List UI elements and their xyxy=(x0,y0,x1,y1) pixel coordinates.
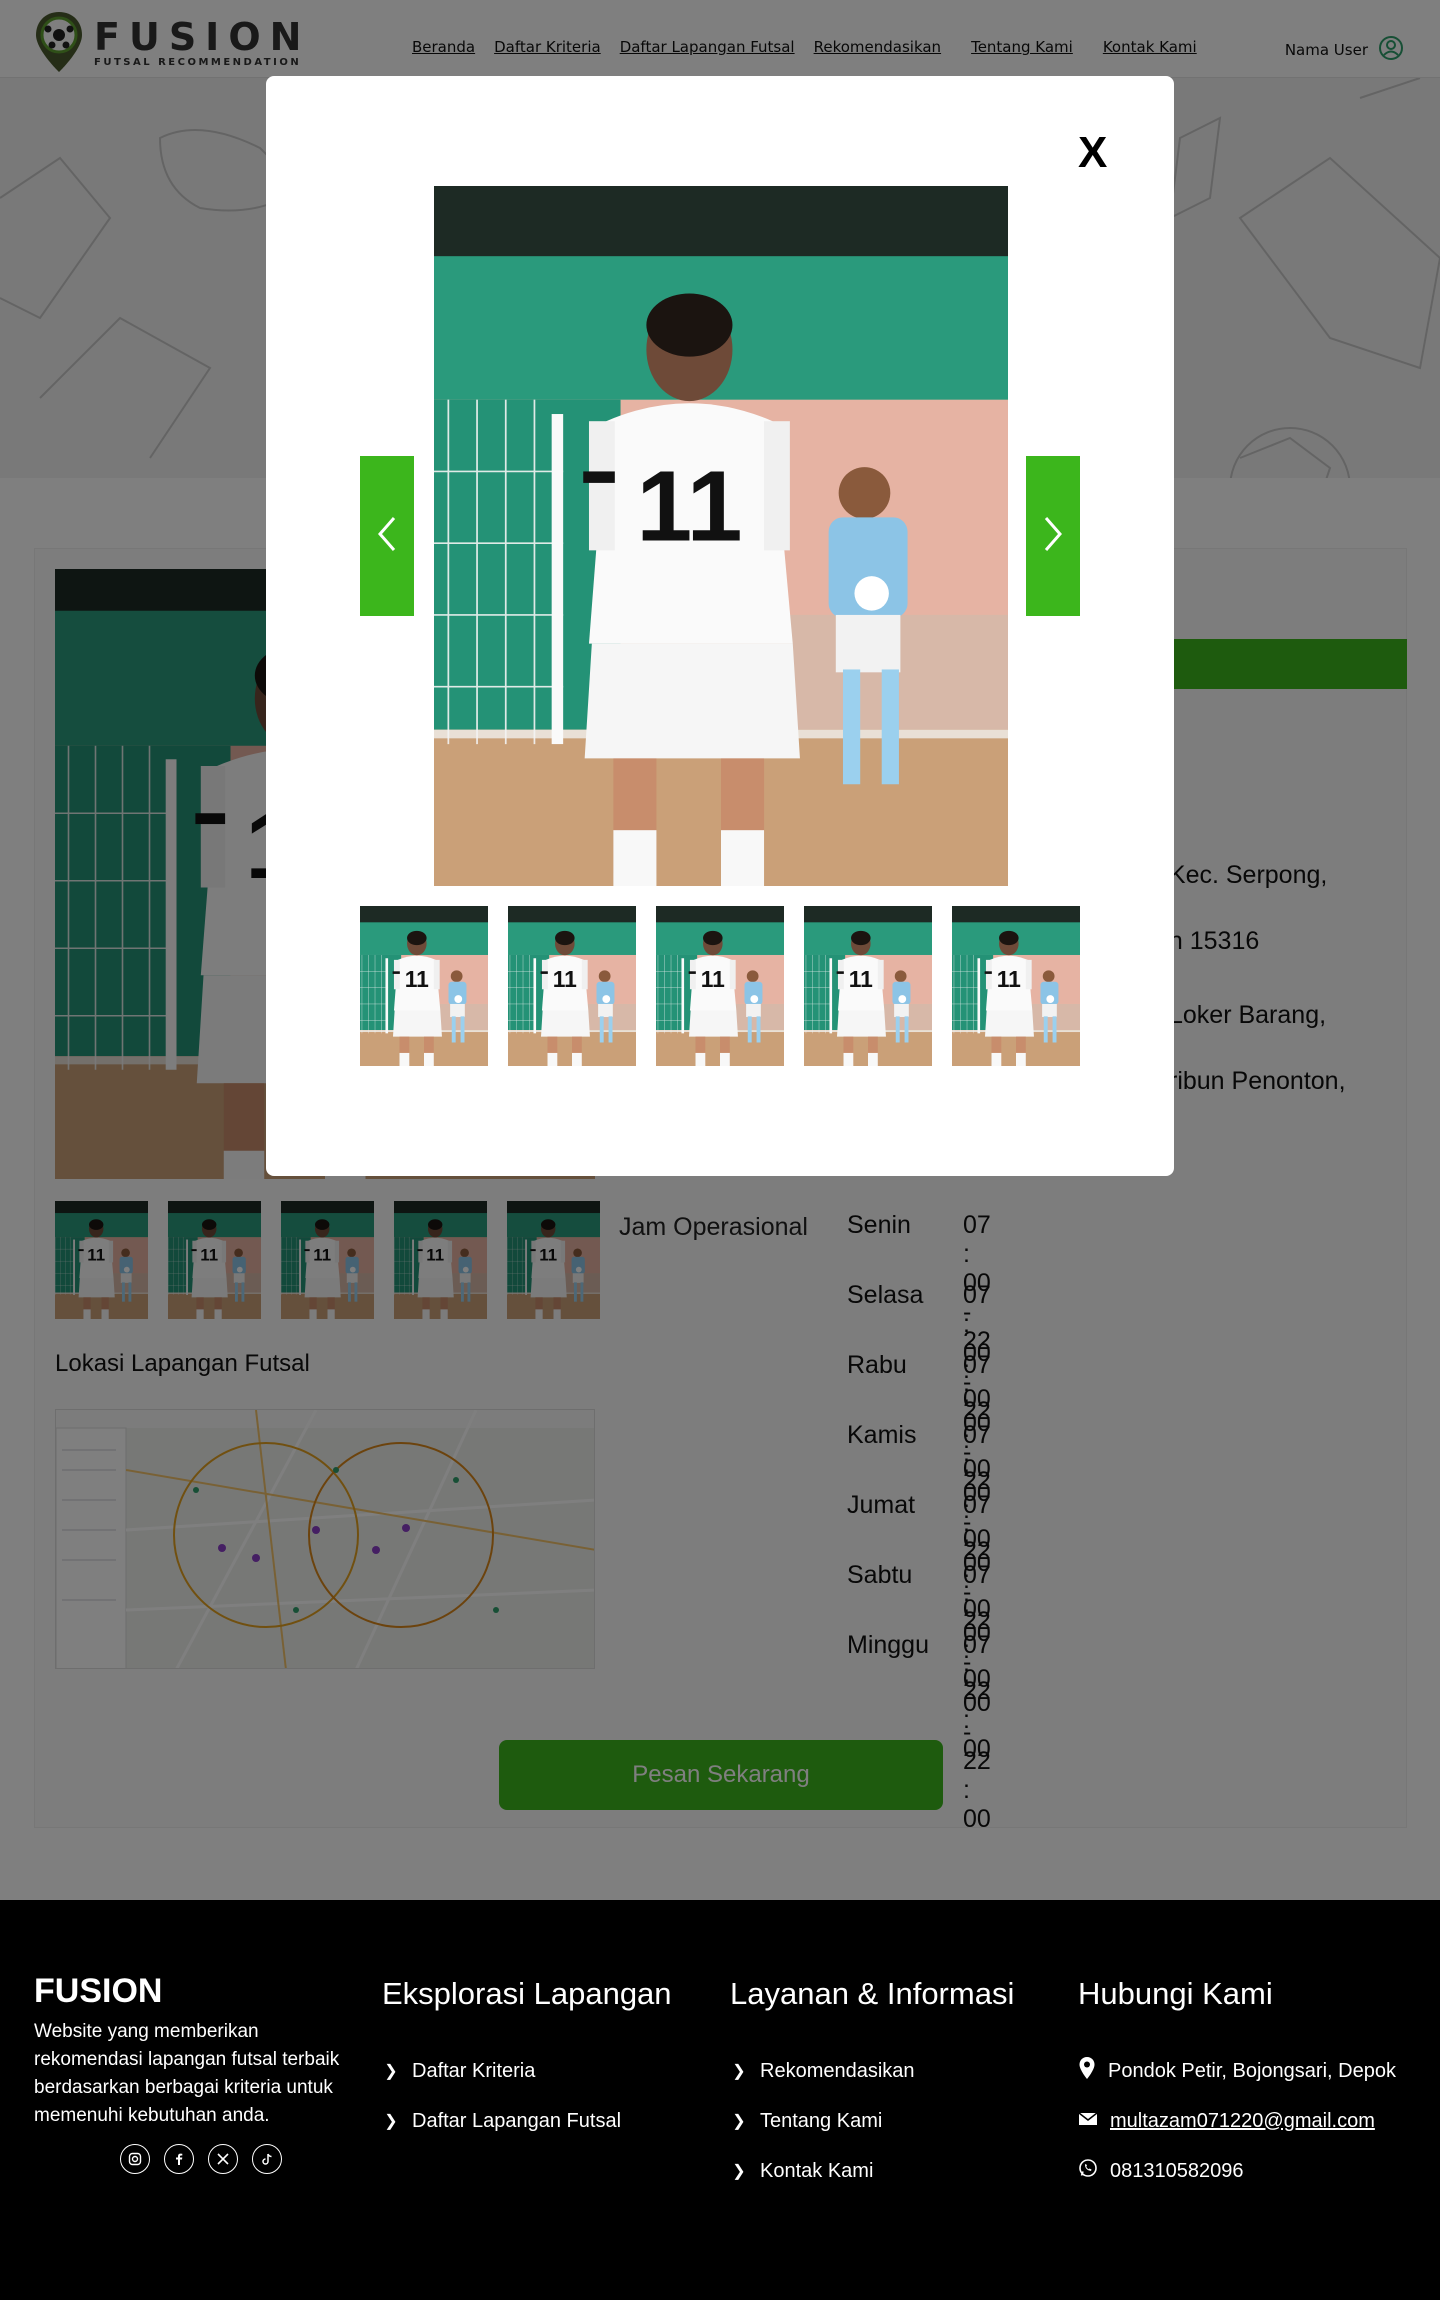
footer-link-label: Tentang Kami xyxy=(760,2109,883,2132)
gallery-thumbnail-row xyxy=(360,906,1080,1066)
footer-address-text: Pondok Petir, Bojongsari, Depok xyxy=(1108,2059,1396,2082)
footer-brand: FUSION xyxy=(34,1972,163,2010)
footer-link-daftar-kriteria[interactable]: ❯ Daftar Kriteria xyxy=(382,2046,672,2096)
footer-contact-column: Hubungi Kami Pondok Petir, Bojongsari, D… xyxy=(1078,1976,1396,2196)
facebook-icon[interactable] xyxy=(164,2144,194,2174)
x-twitter-icon[interactable] xyxy=(208,2144,238,2174)
location-pin-icon xyxy=(1078,2056,1096,2086)
close-modal-button[interactable]: X xyxy=(1078,128,1107,178)
footer-address: Pondok Petir, Bojongsari, Depok xyxy=(1078,2046,1396,2096)
gallery-prev-button[interactable] xyxy=(360,456,414,616)
footer-email-text: multazam071220@gmail.com xyxy=(1110,2109,1375,2132)
chevron-right-small-icon: ❯ xyxy=(732,2163,746,2180)
chevron-right-small-icon: ❯ xyxy=(732,2063,746,2080)
mail-icon xyxy=(1078,2110,1098,2133)
footer-services-title: Layanan & Informasi xyxy=(730,1976,1015,2011)
whatsapp-icon xyxy=(1078,2158,1098,2184)
footer-link-tentang-kami[interactable]: ❯ Tentang Kami xyxy=(730,2096,1014,2146)
gallery-thumbnail[interactable] xyxy=(804,906,932,1066)
tiktok-icon[interactable] xyxy=(252,2144,282,2174)
footer-explore-title: Eksplorasi Lapangan xyxy=(382,1976,672,2011)
chevron-right-small-icon: ❯ xyxy=(384,2113,398,2130)
gallery-main-photo xyxy=(434,186,1008,886)
chevron-right-small-icon: ❯ xyxy=(732,2113,746,2130)
gallery-next-button[interactable] xyxy=(1026,456,1080,616)
footer-link-rekomendasikan[interactable]: ❯ Rekomendasikan xyxy=(730,2046,1014,2096)
footer-link-daftar-lapangan[interactable]: ❯ Daftar Lapangan Futsal xyxy=(382,2096,672,2146)
chevron-right-icon xyxy=(1042,514,1064,558)
social-links xyxy=(120,2144,282,2174)
chevron-right-small-icon: ❯ xyxy=(384,2063,398,2080)
gallery-thumbnail[interactable] xyxy=(952,906,1080,1066)
footer-email-link[interactable]: multazam071220@gmail.com xyxy=(1078,2096,1396,2146)
footer-explore-column: Eksplorasi Lapangan ❯ Daftar Kriteria ❯ Da… xyxy=(382,1976,672,2146)
gallery-thumbnail[interactable] xyxy=(360,906,488,1066)
chevron-left-icon xyxy=(376,514,398,558)
footer-contact-title: Hubungi Kami xyxy=(1078,1976,1273,2011)
site-footer: FUSION Website yang memberikan rekomenda… xyxy=(0,1900,1440,2300)
footer-link-label: Daftar Lapangan Futsal xyxy=(412,2109,622,2132)
footer-link-label: Kontak Kami xyxy=(760,2159,874,2182)
footer-link-label: Rekomendasikan xyxy=(760,2059,915,2082)
footer-link-kontak-kami[interactable]: ❯ Kontak Kami xyxy=(730,2146,1014,2196)
footer-phone-text: 081310582096 xyxy=(1110,2159,1244,2182)
gallery-thumbnail[interactable] xyxy=(508,906,636,1066)
gallery-thumbnail[interactable] xyxy=(656,906,784,1066)
photo-gallery-modal: X xyxy=(266,76,1174,1176)
footer-link-label: Daftar Kriteria xyxy=(412,2059,536,2082)
instagram-icon[interactable] xyxy=(120,2144,150,2174)
footer-services-column: Layanan & Informasi ❯ Rekomendasikan ❯ Ten… xyxy=(730,1976,1014,2196)
footer-phone[interactable]: 081310582096 xyxy=(1078,2146,1396,2196)
footer-description: Website yang memberikan rekomendasi lapa… xyxy=(34,2021,340,2126)
